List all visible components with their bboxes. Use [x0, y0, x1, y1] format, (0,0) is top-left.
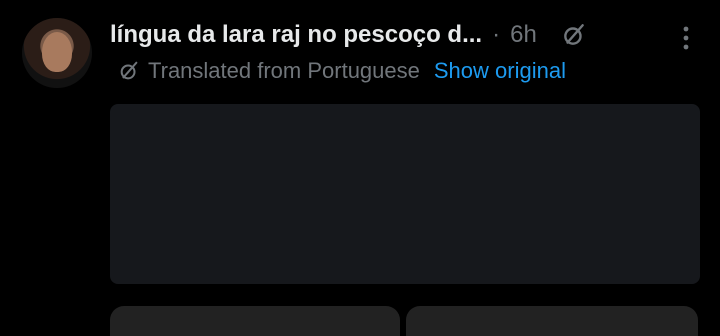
author-name[interactable]: língua da lara raj no pescoço d... — [110, 21, 482, 49]
translation-row: Translated from Portuguese Show original — [118, 58, 566, 84]
time-separator: · — [492, 21, 501, 48]
media-thumbnail-1[interactable] — [110, 306, 400, 336]
grok-icon[interactable] — [561, 22, 587, 48]
post-body-placeholder — [110, 104, 700, 284]
media-thumbnail-2[interactable] — [406, 306, 698, 336]
translate-icon — [120, 61, 138, 80]
translation-note: Translated from Portuguese — [148, 58, 420, 83]
post-time[interactable]: 6h — [510, 21, 537, 49]
show-original-link[interactable]: Show original — [434, 58, 566, 84]
post-header: língua da lara raj no pescoço d... · 6h — [110, 18, 587, 52]
avatar[interactable] — [22, 18, 92, 88]
more-icon[interactable] — [680, 24, 692, 52]
